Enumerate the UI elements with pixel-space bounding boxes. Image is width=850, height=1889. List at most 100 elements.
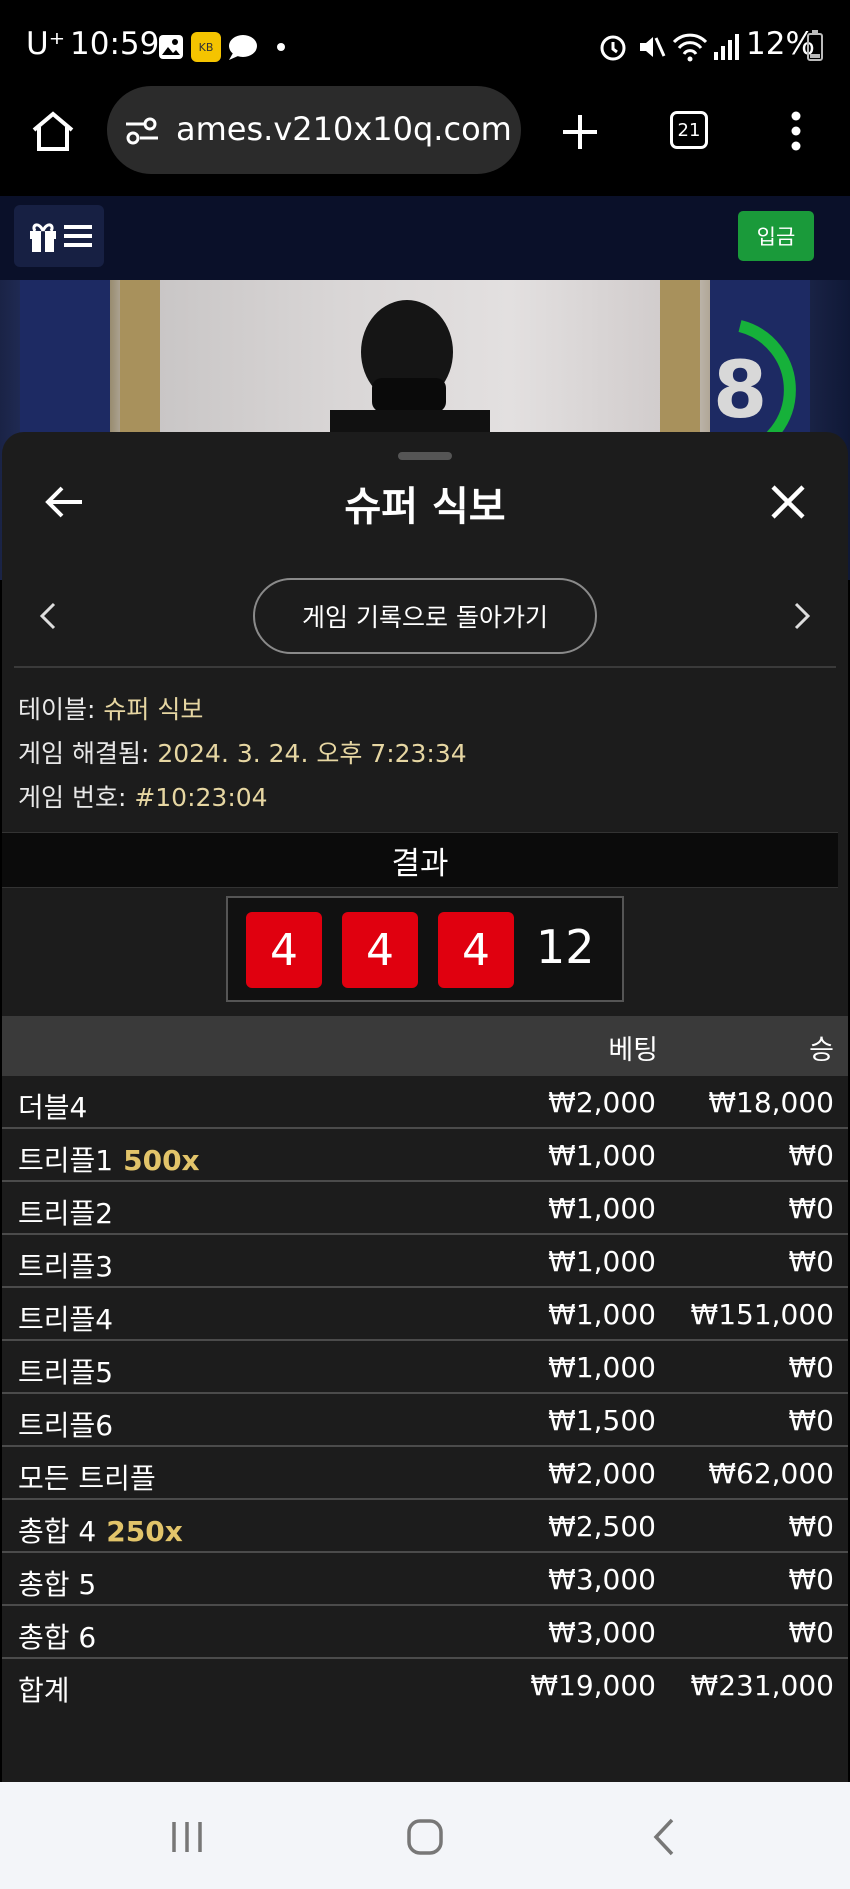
signal-icon (714, 34, 739, 60)
clock: 10:59 (70, 26, 160, 62)
info-label: 테이블: (18, 695, 104, 724)
gallery-icon (159, 35, 183, 59)
status-bar: U⁺ 10:59 KB 12% (0, 0, 850, 92)
multiplier-badge: 500x (123, 1144, 200, 1177)
bet-amount: ₩1,000 (548, 1245, 656, 1278)
win-amount: ₩62,000 (708, 1457, 834, 1490)
bet-amount: ₩1,000 (548, 1351, 656, 1384)
bet-name-text: 트리플3 (18, 1250, 114, 1283)
bet-name-text: 트리플1 (18, 1144, 114, 1177)
bet-amount: ₩1,000 (548, 1139, 656, 1172)
deposit-button[interactable]: 입금 (738, 211, 814, 261)
info-table: 테이블: 슈퍼 식보 (18, 690, 203, 726)
win-amount: ₩0 (788, 1404, 835, 1437)
battery-level: 12% (746, 26, 815, 62)
table-row: 트리플1 500x ₩1,000 ₩0 (2, 1129, 848, 1182)
bet-amount: ₩1,000 (548, 1192, 656, 1225)
more-vert-icon[interactable] (788, 110, 804, 152)
bet-amount: ₩2,500 (548, 1510, 656, 1543)
drag-handle[interactable] (398, 452, 452, 460)
chevron-left-icon (39, 602, 56, 630)
bet-table-header (2, 1016, 848, 1076)
bet-name-text: 트리플5 (18, 1356, 114, 1389)
hamburger-icon (64, 225, 92, 247)
win-amount: ₩0 (788, 1616, 835, 1649)
bet-name: 트리플6 (18, 1404, 113, 1444)
bet-name: 트리플5 (18, 1351, 113, 1391)
total-label: 합계 (18, 1674, 70, 1707)
chevron-right-icon (794, 602, 811, 630)
bet-name-text: 모든 트리플 (18, 1462, 156, 1495)
bet-amount: ₩1,500 (548, 1404, 656, 1437)
carrier-label: U⁺ (26, 26, 66, 62)
bet-name: 트리플2 (18, 1192, 113, 1232)
kb-app-icon: KB (191, 32, 221, 62)
bet-name-text: 트리플4 (18, 1303, 114, 1336)
win-amount: ₩0 (788, 1245, 835, 1278)
table-row: 총합 5 ₩3,000 ₩0 (2, 1553, 848, 1606)
bet-name-text: 총합 6 (18, 1621, 97, 1654)
win-amount: ₩18,000 (708, 1086, 834, 1119)
battery-icon (807, 30, 823, 61)
site-settings-icon[interactable] (124, 116, 160, 146)
bet-name: 총합 6 (18, 1616, 96, 1656)
win-amount: ₩0 (788, 1563, 835, 1596)
table-row: 총합 4 250x ₩2,500 ₩0 (2, 1500, 848, 1553)
svg-text:KB: KB (199, 41, 214, 54)
bet-name-text: 더블4 (18, 1091, 88, 1124)
close-button[interactable] (760, 474, 816, 530)
site-header (0, 196, 850, 280)
bet-name-text: 트리플6 (18, 1409, 114, 1442)
next-game-button[interactable] (782, 594, 822, 638)
column-bet: 베팅 (608, 1035, 658, 1066)
mute-icon (640, 37, 666, 57)
dice-total: 12 (536, 920, 595, 974)
die-2: 4 (342, 912, 418, 988)
win-amount: ₩0 (788, 1510, 835, 1543)
die-1: 4 (246, 912, 322, 988)
home-circle-icon[interactable] (400, 1812, 450, 1862)
info-value: #10:23:04 (134, 783, 268, 812)
table-row: 더블4 ₩2,000 ₩18,000 (2, 1076, 848, 1129)
info-game-number: 게임 번호: #10:23:04 (18, 778, 268, 814)
bet-amount: ₩3,000 (548, 1616, 656, 1649)
home-icon[interactable] (30, 110, 76, 152)
table-row: 트리플5 ₩1,000 ₩0 (2, 1341, 848, 1394)
new-tab-plus-icon[interactable] (560, 112, 600, 152)
bet-amount: ₩2,000 (548, 1086, 656, 1119)
bet-name-text: 총합 5 (18, 1568, 97, 1601)
chat-icon (229, 35, 257, 60)
win-amount: ₩151,000 (690, 1298, 834, 1331)
table-total-row: 합계 ₩19,000 ₩231,000 (2, 1659, 848, 1712)
wifi-icon (672, 33, 708, 62)
recent-apps-icon[interactable] (162, 1812, 212, 1862)
alarm-icon (600, 35, 626, 61)
gift-icon (30, 223, 56, 252)
table-row: 트리플2 ₩1,000 ₩0 (2, 1182, 848, 1235)
previous-game-button[interactable] (28, 594, 68, 638)
back-to-history-button[interactable]: 게임 기록으로 돌아가기 (253, 578, 597, 654)
bet-amount: ₩3,000 (548, 1563, 656, 1596)
tabs-icon[interactable]: 21 (670, 111, 708, 149)
table-row: 총합 6 ₩3,000 ₩0 (2, 1606, 848, 1659)
divider (14, 666, 836, 668)
bet-name: 트리플1 500x (18, 1139, 200, 1179)
bet-name-text: 트리플2 (18, 1197, 114, 1230)
bet-name: 트리플4 (18, 1298, 113, 1338)
bet-name: 모든 트리플 (18, 1457, 156, 1497)
info-value: 2024. 3. 24. 오후 7:23:34 (157, 739, 467, 768)
win-amount: ₩0 (788, 1192, 835, 1225)
back-chevron-icon[interactable] (640, 1812, 690, 1862)
bet-name-text: 총합 4 (18, 1515, 97, 1548)
tab-count: 21 (677, 119, 701, 141)
menu-button[interactable] (14, 205, 104, 267)
panel-title: 슈퍼 식보 (344, 484, 506, 530)
info-value: 슈퍼 식보 (103, 695, 204, 724)
info-label: 게임 번호: (18, 783, 135, 812)
win-amount: ₩0 (788, 1139, 835, 1172)
table-row: 트리플4 ₩1,000 ₩151,000 (2, 1288, 848, 1341)
countdown-timer: 8 (713, 346, 768, 436)
column-win: 승 (809, 1035, 834, 1066)
multiplier-badge: 250x (106, 1515, 183, 1548)
dot-icon (277, 43, 285, 51)
